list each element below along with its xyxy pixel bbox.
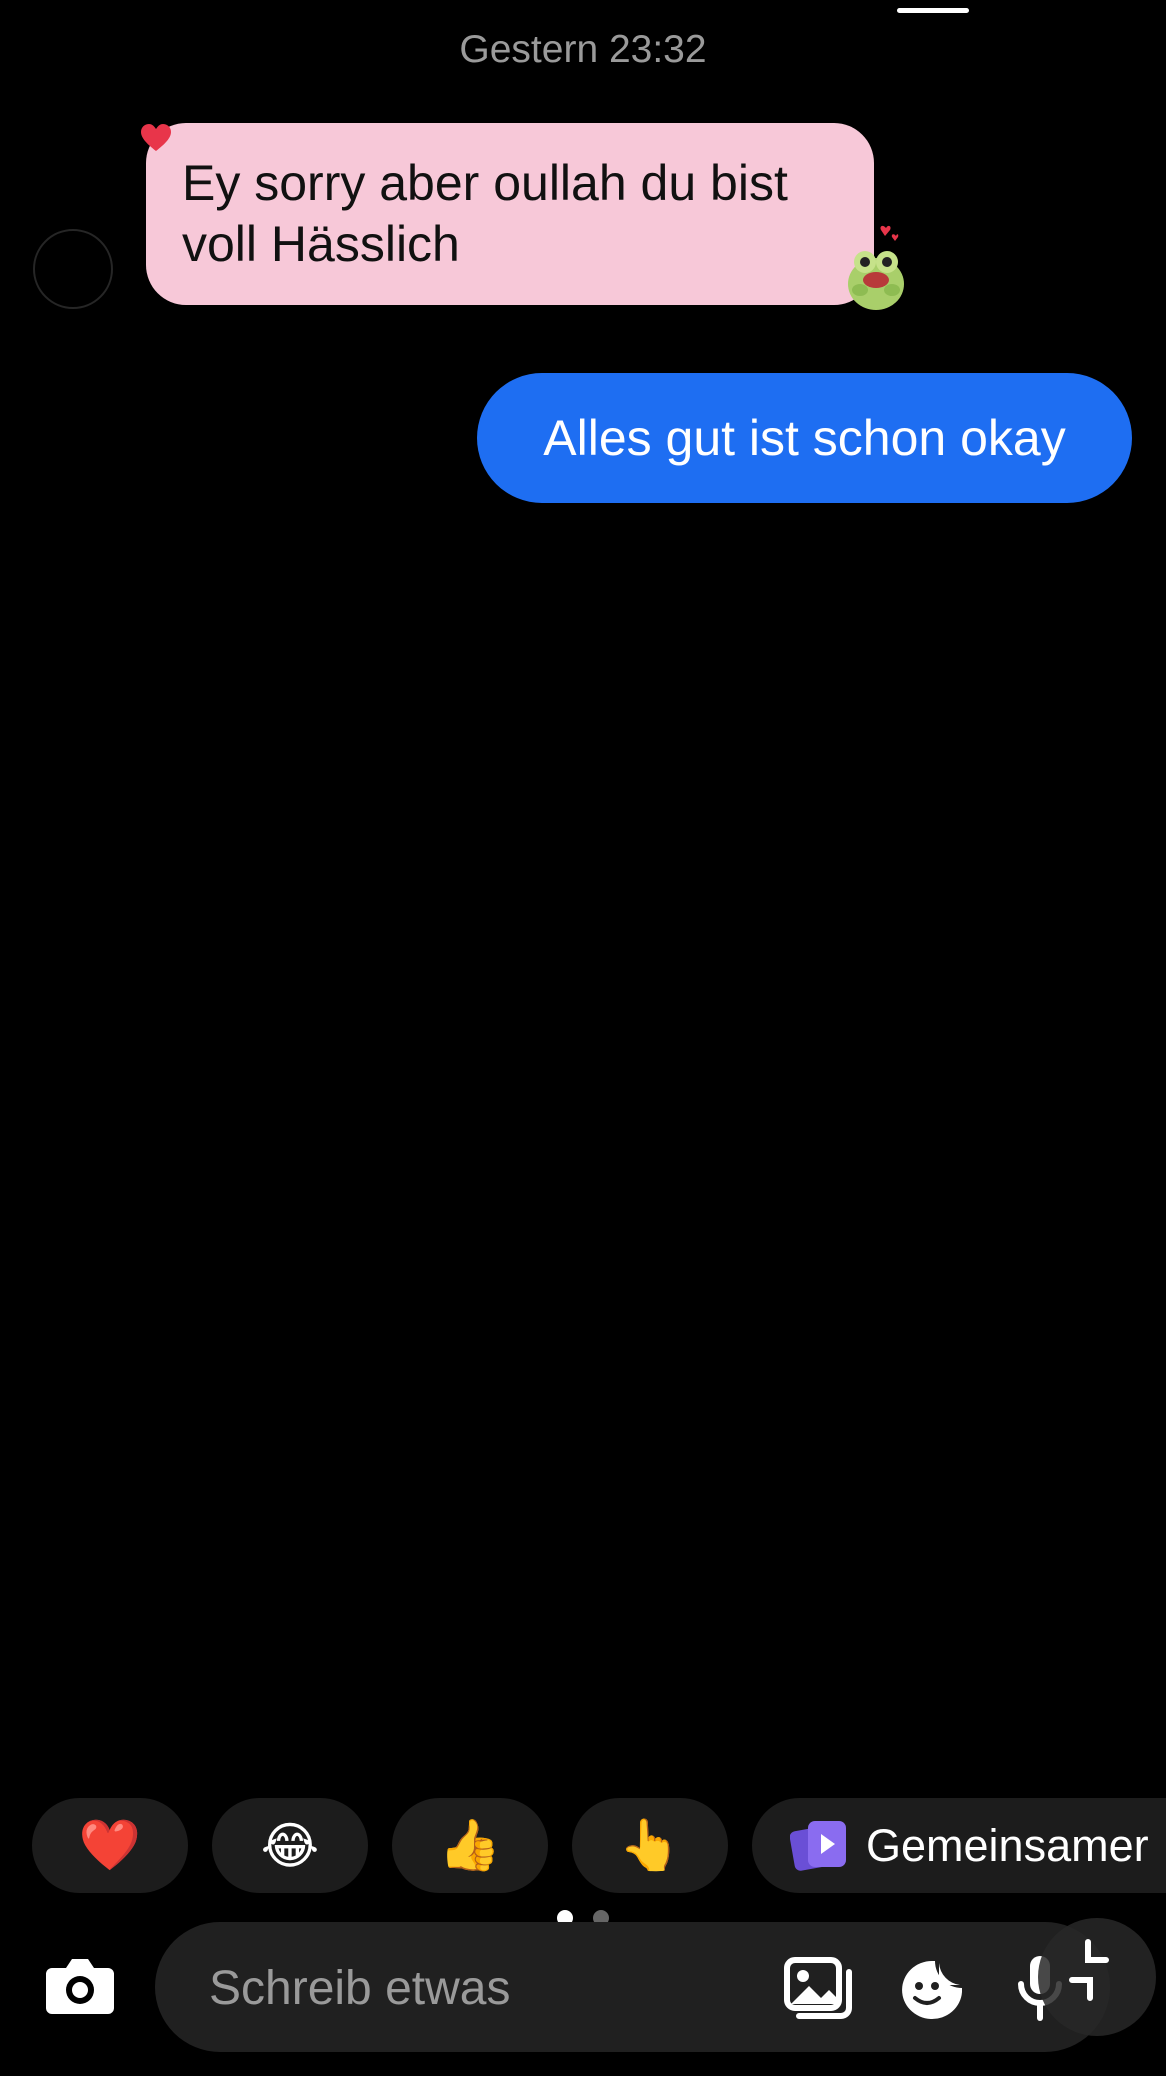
laughing-emoji: 😂 (260, 1817, 320, 1874)
heart-icon (141, 124, 171, 151)
outgoing-message-bubble[interactable]: Alles gut ist schon okay (477, 373, 1132, 503)
quick-reactions-bar: ❤️ 😂 👍 👆 Gemeinsamer (32, 1798, 1166, 1893)
watch-together-label: Gemeinsamer (866, 1819, 1149, 1871)
gallery-icon[interactable] (783, 1956, 853, 2022)
frog-sticker-icon (848, 225, 904, 310)
top-handle (897, 8, 969, 13)
timestamp: Gestern 23:32 (459, 28, 707, 71)
quick-reaction-thumbs-up[interactable]: 👍 (392, 1798, 548, 1893)
avatar[interactable] (33, 229, 113, 309)
outgoing-message-text: Alles gut ist schon okay (543, 410, 1066, 466)
incoming-message-bubble[interactable]: Ey sorry aber oullah du bist voll Hässli… (146, 123, 874, 305)
camera-icon[interactable] (44, 1954, 116, 2016)
watch-together-chip[interactable]: Gemeinsamer (752, 1798, 1166, 1893)
thumbs-up-emoji: 👍 (438, 1817, 502, 1873)
message-composer (155, 1922, 1110, 2052)
minimize-icon (1069, 1939, 1109, 2001)
quick-reaction-point[interactable]: 👆 (572, 1798, 728, 1893)
message-input[interactable] (207, 1954, 711, 2022)
quick-reaction-heart[interactable]: ❤️ (32, 1798, 188, 1893)
quick-reaction-laugh[interactable]: 😂 (212, 1798, 368, 1893)
incoming-message-line: voll Hässlich (182, 216, 460, 272)
pointing-hand-emoji: 👆 (618, 1817, 682, 1873)
watch-together-icon (790, 1820, 846, 1871)
incoming-message-line: Ey sorry aber oullah du bist (182, 155, 788, 211)
minimize-button[interactable] (1038, 1918, 1156, 2036)
sticker-icon[interactable] (899, 1958, 965, 2020)
heart-emoji: ❤️ (78, 1817, 142, 1873)
